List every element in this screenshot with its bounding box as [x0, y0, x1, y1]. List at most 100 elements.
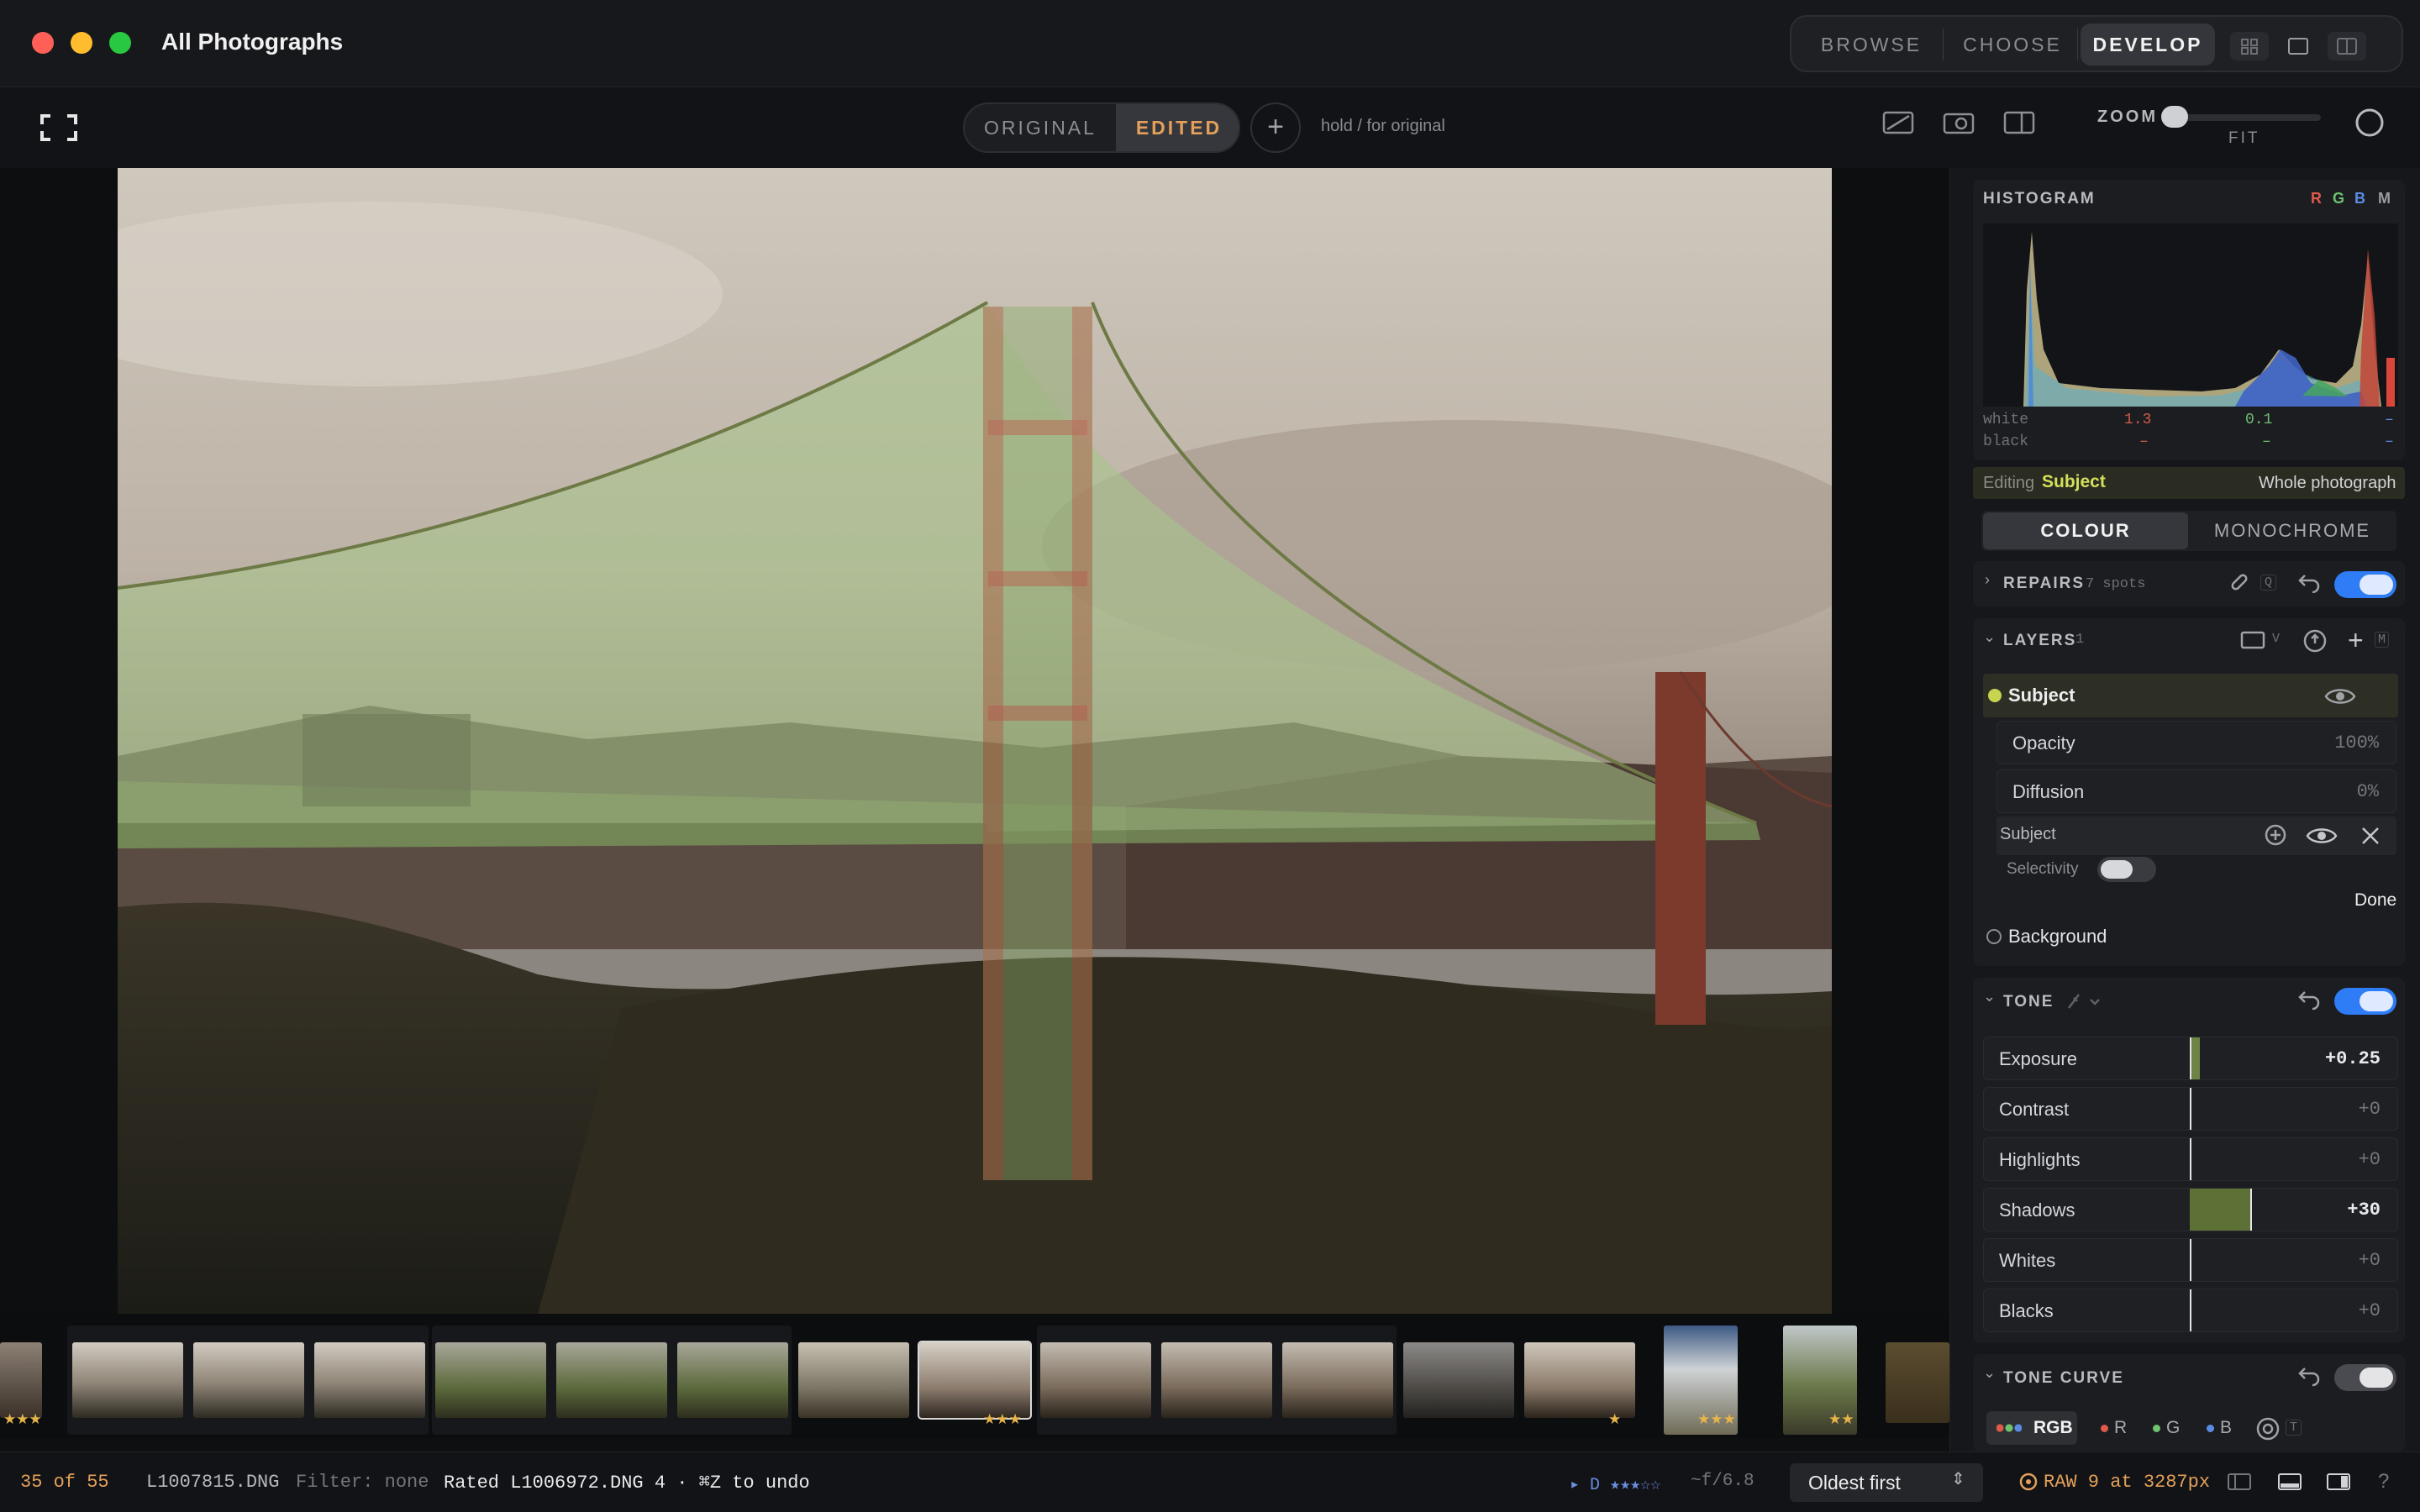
histogram-channel-b[interactable]: B	[2354, 190, 2365, 207]
thumbnail[interactable]	[556, 1342, 667, 1418]
blacks-slider[interactable]: Blacks +0	[1983, 1289, 2398, 1332]
fullscreen-icon[interactable]	[40, 114, 77, 141]
whites-slider[interactable]: Whites +0	[1983, 1238, 2398, 1282]
diffusion-value: 0%	[2356, 781, 2379, 802]
contrast-slider[interactable]: Contrast +0	[1983, 1087, 2398, 1131]
layers-title[interactable]: LAYERS	[2003, 632, 2076, 650]
curve-channel-r[interactable]: R	[2114, 1418, 2127, 1438]
sidebar-left-icon[interactable]	[2227, 1472, 2252, 1492]
undo-icon[interactable]	[2297, 571, 2323, 593]
window-title: All Photographs	[161, 29, 344, 55]
curve-channel-g[interactable]: G	[2166, 1418, 2180, 1438]
zoom-window-button[interactable]	[109, 32, 131, 54]
divider	[1943, 29, 1944, 60]
single-view-button[interactable]	[2279, 32, 2317, 60]
whites-zero-mark	[2190, 1239, 2191, 1281]
thumbnail[interactable]	[1282, 1342, 1393, 1418]
selectivity-label: Selectivity	[2007, 860, 2079, 878]
aperture-info: ~f/6.8	[1691, 1472, 1754, 1491]
thumbnail[interactable]	[435, 1342, 546, 1418]
thumbnail[interactable]	[72, 1342, 183, 1418]
histogram-channel-m[interactable]: M	[2378, 190, 2391, 207]
chevron-down-icon[interactable]: ⌄	[1983, 628, 1996, 646]
add-layer-button[interactable]: +	[2348, 625, 2364, 656]
chevron-right-icon[interactable]: ›	[1985, 571, 1990, 589]
camera-icon[interactable]	[1943, 109, 1978, 136]
help-button[interactable]: ?	[2378, 1470, 2389, 1494]
compare-icon[interactable]	[1882, 109, 1916, 136]
thumbnail[interactable]	[677, 1342, 788, 1418]
thumbnail[interactable]	[798, 1342, 909, 1418]
histogram-channel-r[interactable]: R	[2311, 190, 2322, 207]
thumbnail[interactable]	[1524, 1342, 1635, 1418]
auto-tone-icon[interactable]	[2065, 990, 2107, 1013]
zoom-slider-handle[interactable]	[2161, 106, 2188, 128]
sidebar-toggle-icon[interactable]	[2003, 109, 2037, 136]
thumbnail-rating: ★★★	[983, 1411, 1022, 1427]
raw-info: RAW 9 at 3287px	[2044, 1472, 2211, 1493]
thumbnail[interactable]	[1161, 1342, 1272, 1418]
thumbnail-rating: ★★★	[3, 1411, 42, 1427]
selectivity-toggle-knob	[2101, 860, 2133, 879]
shadows-slider[interactable]: Shadows +30	[1983, 1188, 2398, 1231]
monochrome-tab[interactable]: MONOCHROME	[2190, 512, 2395, 549]
main-photo[interactable]	[118, 168, 1832, 1314]
tone-title[interactable]: TONE	[2003, 993, 2054, 1011]
repairs-title[interactable]: REPAIRS	[2003, 575, 2085, 593]
exposure-slider[interactable]: Exposure +0.25	[1983, 1037, 2398, 1080]
original-button[interactable]: ORIGINAL	[965, 104, 1116, 151]
undo-icon[interactable]	[2297, 1364, 2323, 1388]
chevron-down-icon[interactable]: ⌄	[1983, 988, 1996, 1005]
undo-icon[interactable]	[2297, 988, 2323, 1011]
split-view-icon	[2337, 38, 2357, 55]
minimize-window-button[interactable]	[71, 32, 92, 54]
curve-channel-b[interactable]: B	[2220, 1418, 2232, 1438]
thumbnail-selected[interactable]	[918, 1341, 1032, 1420]
sidebar-right-icon[interactable]	[2326, 1472, 2351, 1492]
thumbnail[interactable]	[314, 1342, 425, 1418]
filmstrip-toggle-icon[interactable]	[2277, 1472, 2302, 1492]
tab-browse[interactable]: BROWSE	[1808, 24, 1934, 66]
close-icon[interactable]	[2360, 825, 2381, 847]
done-button[interactable]: Done	[2354, 890, 2396, 911]
subject-mask-icon[interactable]	[2302, 628, 2328, 654]
highlights-slider[interactable]: Highlights +0	[1983, 1137, 2398, 1181]
split-view-button[interactable]	[2328, 32, 2366, 60]
repairs-toggle[interactable]	[2334, 571, 2396, 598]
thumbnail[interactable]	[1040, 1342, 1151, 1418]
edited-button[interactable]: EDITED	[1116, 104, 1239, 151]
close-window-button[interactable]	[32, 32, 54, 54]
colour-tab[interactable]: COLOUR	[1983, 512, 2188, 549]
chevron-down-icon[interactable]: ⌄	[1983, 1364, 1996, 1382]
add-snapshot-button[interactable]: +	[1250, 102, 1301, 153]
tab-develop[interactable]: DEVELOP	[2081, 24, 2215, 66]
diffusion-row[interactable]: Diffusion 0%	[1996, 769, 2396, 813]
tone-curve-toggle-knob	[2360, 1368, 2393, 1388]
eye-icon[interactable]	[2324, 685, 2356, 707]
add-mask-icon[interactable]	[2264, 823, 2287, 847]
mask-visibility-icon[interactable]	[2306, 825, 2338, 847]
thumbnail[interactable]	[1886, 1342, 1949, 1423]
zoom-slider[interactable]	[2170, 114, 2321, 121]
thumbnail[interactable]	[0, 1342, 42, 1418]
layer-background-label[interactable]: Background	[2008, 926, 2107, 948]
circle-icon[interactable]	[2354, 108, 2385, 138]
thumbnail[interactable]	[1403, 1342, 1514, 1418]
editing-target[interactable]: Subject	[2042, 472, 2106, 492]
grid-view-button[interactable]	[2230, 32, 2269, 60]
layer-background-radio[interactable]	[1986, 929, 2002, 944]
whole-photograph-button[interactable]: Whole photograph	[2259, 474, 2396, 493]
filter-status[interactable]: Filter: none	[296, 1472, 429, 1493]
tone-curve-title[interactable]: TONE CURVE	[2003, 1369, 2124, 1388]
opacity-row[interactable]: Opacity 100%	[1996, 721, 2396, 764]
rectangle-mask-icon[interactable]	[2240, 630, 2265, 650]
thumbnail[interactable]	[193, 1342, 304, 1418]
photo-flags[interactable]: ▸ D ★★★☆☆	[1570, 1473, 1660, 1495]
histogram-channel-g[interactable]: G	[2333, 190, 2344, 207]
bandage-icon[interactable]	[2228, 571, 2250, 593]
target-adjust-icon[interactable]	[2255, 1416, 2281, 1441]
tone-toggle[interactable]	[2334, 988, 2396, 1015]
tone-curve-toggle[interactable]	[2334, 1364, 2396, 1391]
tab-choose[interactable]: CHOOSE	[1949, 24, 2075, 66]
selectivity-toggle[interactable]	[2097, 857, 2156, 882]
